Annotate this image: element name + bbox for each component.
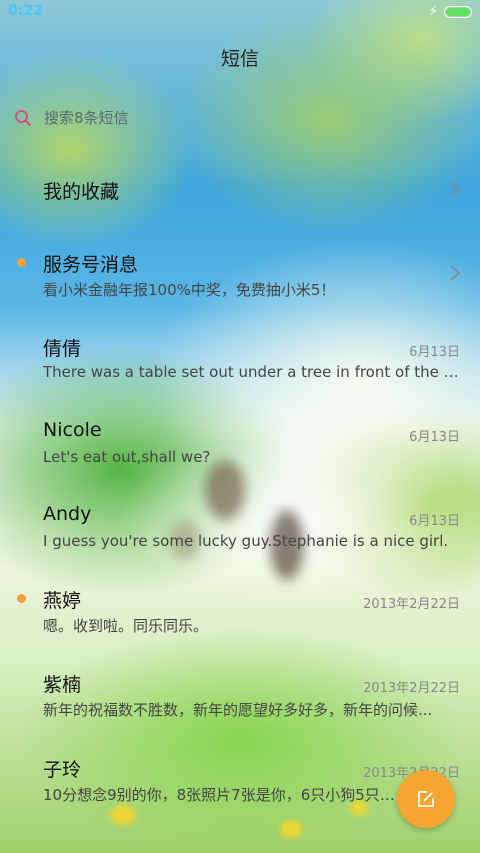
list-item[interactable]: 紫楠 2013年2月22日 新年的祝福数不胜数，新年的愿望好多好多，新年的问候.… xyxy=(0,666,480,726)
list-item[interactable]: Andy 6月13日 I guess you're some lucky guy… xyxy=(0,499,480,559)
page-title: 短信 xyxy=(220,48,259,70)
compose-button[interactable] xyxy=(397,770,455,828)
unread-dot xyxy=(17,594,26,603)
list-item-name: Andy xyxy=(43,503,92,525)
list-item-name: Nicole xyxy=(43,419,102,441)
list-item-name: 倩倩 xyxy=(43,338,82,360)
list-item-preview: Let's eat out,shall we? xyxy=(43,448,211,466)
list-item-service-messages[interactable]: 服务号消息 看小米金融年报100%中奖，免费抽小米5！ xyxy=(0,246,480,306)
search-icon xyxy=(15,110,31,126)
list-item[interactable]: 倩倩 6月13日 There was a table set out under… xyxy=(0,330,480,390)
list-item-preview: 10分想念9别的你，8张照片7张是你，6只小狗5只像你... xyxy=(43,786,403,804)
list-item-name: 紫楠 xyxy=(43,674,82,696)
status-time: 0:22 xyxy=(8,3,43,19)
list-item-name: 燕婷 xyxy=(43,590,82,612)
lightning-icon: ⚡ xyxy=(428,4,438,19)
list-item-preview: 嗯。收到啦。同乐同乐。 xyxy=(43,617,209,635)
search-input[interactable] xyxy=(44,104,444,132)
search-bar[interactable] xyxy=(14,104,454,132)
list-item-date: 6月13日 xyxy=(409,514,460,529)
chevron-right-icon xyxy=(450,182,461,198)
status-bar: 0:22 ⚡ xyxy=(0,0,480,26)
compose-icon xyxy=(418,791,434,807)
list-item-date: 6月13日 xyxy=(409,345,460,360)
list-item[interactable]: 燕婷 2013年2月22日 嗯。收到啦。同乐同乐。 xyxy=(0,582,480,642)
list-item-date: 2013年2月22日 xyxy=(363,681,460,696)
list-item-date: 2013年2月22日 xyxy=(363,597,460,612)
list-item-date: 6月13日 xyxy=(409,430,460,445)
list-item-name: 子玲 xyxy=(43,759,82,781)
unread-dot xyxy=(17,258,26,267)
list-item-preview: I guess you're some lucky guy.Stephanie … xyxy=(43,532,449,550)
list-item-preview: 看小米金融年报100%中奖，免费抽小米5！ xyxy=(43,281,336,299)
battery-icon xyxy=(444,6,472,18)
list-item-preview: 新年的祝福数不胜数，新年的愿望好多好多，新年的问候... xyxy=(43,701,433,719)
list-item-preview: There was a table set out under a tree i… xyxy=(43,363,461,381)
list-item[interactable]: Nicole 6月13日 Let's eat out,shall we? xyxy=(0,415,480,475)
chevron-right-icon xyxy=(450,265,461,281)
list-item-name: 我的收藏 xyxy=(43,181,120,203)
list-item-favorites[interactable]: 我的收藏 xyxy=(0,172,480,212)
list-item-name: 服务号消息 xyxy=(43,254,139,276)
